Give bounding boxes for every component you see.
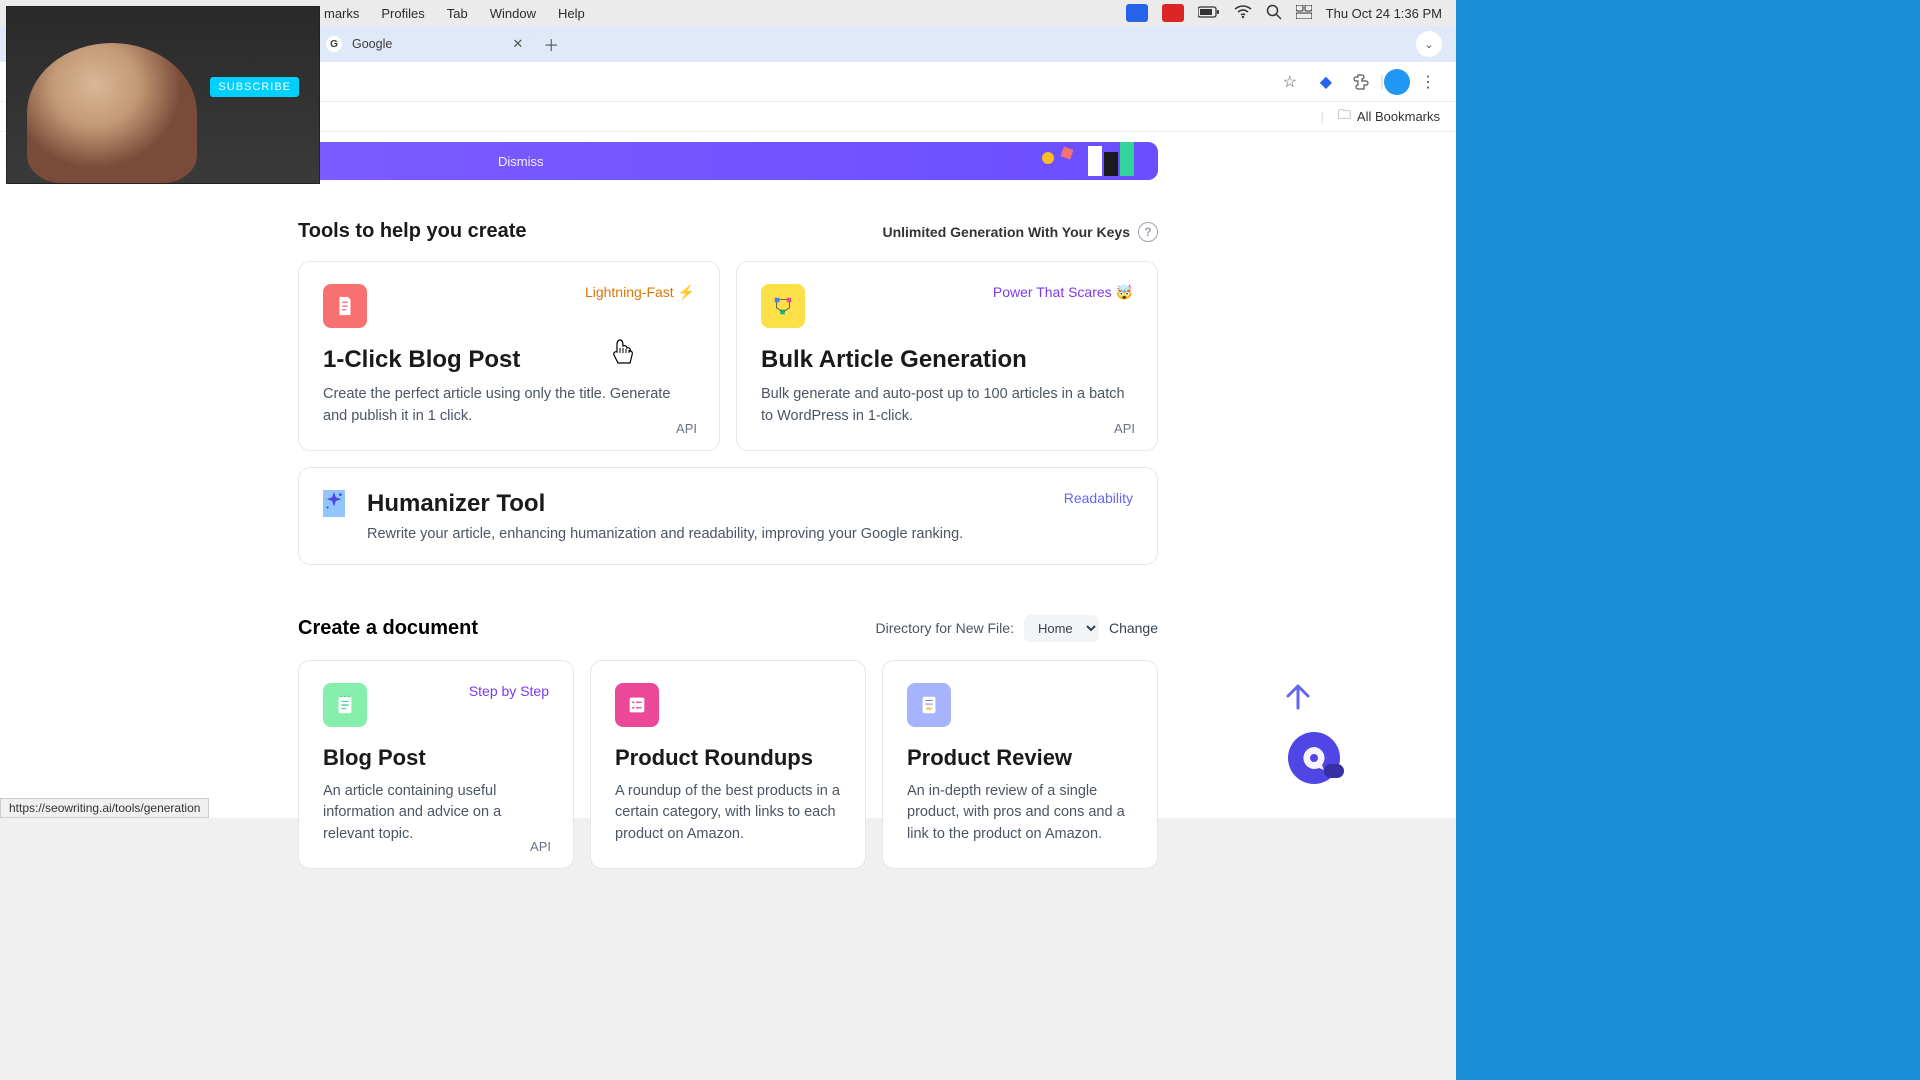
battery-icon (1198, 6, 1220, 21)
extension-icon-blue[interactable]: ◆ (1314, 70, 1338, 94)
card-tag: Power That Scares 🤯 (993, 284, 1133, 301)
card-title: 1-Click Blog Post (323, 346, 695, 374)
webcam-overlay: SUBSCRIBE (6, 6, 320, 184)
card-desc: Create the perfect article using only th… (323, 384, 695, 428)
api-badge: API (1114, 421, 1135, 436)
tabs-dropdown-button[interactable]: ⌄ (1416, 31, 1442, 57)
card-desc: Rewrite your article, enhancing humaniza… (367, 526, 963, 542)
promo-illustration (1028, 138, 1148, 184)
card-tag: Readability (1064, 490, 1133, 506)
card-bulk-article[interactable]: Power That Scares 🤯 Bulk Article Generat… (736, 261, 1158, 451)
card-1click-blog-post[interactable]: Lightning-Fast ⚡ 1-Click Blog Post Creat… (298, 261, 720, 451)
promo-banner: Dismiss (298, 142, 1158, 180)
workflow-icon (761, 284, 805, 328)
card-humanizer[interactable]: Humanizer Tool Rewrite your article, enh… (298, 467, 1158, 565)
search-icon[interactable] (1266, 4, 1282, 23)
menu-tab[interactable]: Tab (447, 6, 468, 21)
card-title: Product Review (907, 745, 1133, 771)
extensions-puzzle-icon[interactable] (1350, 70, 1374, 94)
card-title: Humanizer Tool (367, 490, 963, 518)
card-title: Product Roundups (615, 745, 841, 771)
card-blog-post[interactable]: Step by Step Blog Post An article contai… (298, 660, 574, 869)
right-blue-region (1456, 0, 1920, 1080)
chat-badge-icon (1324, 764, 1344, 778)
profile-avatar[interactable] (1384, 69, 1410, 95)
document-icon (323, 284, 367, 328)
chat-widget-button[interactable] (1288, 732, 1340, 784)
all-bookmarks-button[interactable]: 🗀 All Bookmarks (1338, 106, 1440, 128)
scroll-to-top-button[interactable] (1276, 674, 1320, 718)
card-desc: An in-depth review of a single product, … (907, 781, 1133, 846)
card-tag: Lightning-Fast ⚡ (585, 284, 695, 301)
folder-icon: 🗀 (1338, 106, 1351, 128)
menu-bookmarks[interactable]: marks (324, 6, 359, 21)
dir-change-link[interactable]: Change (1109, 620, 1158, 636)
help-icon[interactable]: ? (1138, 222, 1158, 242)
all-bookmarks-label: All Bookmarks (1357, 109, 1440, 124)
browser-status-bar: https://seowriting.ai/tools/generation (0, 798, 209, 818)
notepad-icon (323, 683, 367, 727)
card-product-review[interactable]: Product Review An in-depth review of a s… (882, 660, 1158, 869)
promo-dismiss-link[interactable]: Dismiss (498, 154, 544, 169)
menu-window[interactable]: Window (490, 6, 536, 21)
dir-label: Directory for New File: (875, 620, 1013, 636)
card-desc: Bulk generate and auto-post up to 100 ar… (761, 384, 1133, 428)
google-favicon-icon: G (326, 36, 342, 52)
dir-select[interactable]: Home (1024, 615, 1099, 642)
menubar-app-icon-1[interactable] (1126, 4, 1148, 22)
card-title: Blog Post (323, 745, 549, 771)
kebab-menu-icon[interactable]: ⋮ (1416, 70, 1440, 94)
review-icon (907, 683, 951, 727)
menu-profiles[interactable]: Profiles (381, 6, 424, 21)
api-badge: API (530, 839, 551, 854)
card-title: Bulk Article Generation (761, 346, 1133, 374)
card-tag: Step by Step (469, 683, 549, 699)
api-badge: API (676, 421, 697, 436)
menubar-clock[interactable]: Thu Oct 24 1:36 PM (1326, 6, 1442, 21)
bookmark-star-icon[interactable]: ☆ (1278, 70, 1302, 94)
subscribe-sign: SUBSCRIBE (210, 77, 299, 97)
control-center-icon[interactable] (1296, 5, 1312, 22)
wifi-icon[interactable] (1234, 5, 1252, 22)
new-tab-button[interactable]: ＋ (543, 32, 559, 56)
tools-heading: Tools to help you create (298, 220, 527, 243)
tab-title: Google (352, 37, 392, 51)
tab-close-button[interactable]: ✕ (512, 36, 523, 52)
card-product-roundups[interactable]: Product Roundups A roundup of the best p… (590, 660, 866, 869)
create-heading: Create a document (298, 617, 478, 640)
browser-tab-google[interactable]: G Google ✕ (320, 28, 533, 60)
list-icon (615, 683, 659, 727)
card-desc: A roundup of the best products in a cert… (615, 781, 841, 846)
menu-help[interactable]: Help (558, 6, 585, 21)
card-desc: An article containing useful information… (323, 781, 549, 846)
menubar-app-icon-2[interactable] (1162, 4, 1184, 22)
sparkle-icon (323, 490, 345, 517)
presenter-silhouette (27, 43, 197, 183)
unlimited-label: Unlimited Generation With Your Keys (882, 224, 1130, 240)
